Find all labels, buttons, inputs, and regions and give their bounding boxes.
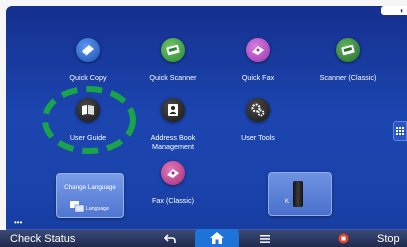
- toner-icon: [293, 181, 303, 207]
- top-strip: [6, 6, 407, 20]
- address-book-icon: [161, 98, 185, 122]
- app-label: Address Book Management: [150, 133, 196, 151]
- app-label: Quick Copy: [69, 73, 107, 82]
- home-icon: [210, 232, 224, 244]
- menu-icon[interactable]: [255, 231, 275, 246]
- home-screen: ◖ Quick Copy Quick Scanner Quick Fax Sca…: [6, 6, 407, 247]
- back-icon[interactable]: [160, 231, 180, 246]
- widget-title: Change Language: [64, 184, 116, 191]
- gear-icon: [246, 98, 270, 122]
- check-status-button[interactable]: Check Status: [10, 233, 75, 245]
- home-button[interactable]: [195, 229, 239, 247]
- counter-label: K: [285, 199, 290, 205]
- copy-icon: [76, 38, 100, 62]
- stop-icon[interactable]: [333, 231, 353, 246]
- fax-icon: [246, 38, 270, 62]
- scanner-classic-icon: [336, 38, 360, 62]
- app-label: Fax (Classic): [152, 196, 194, 205]
- side-panel-button[interactable]: [393, 121, 407, 141]
- app-label: Scanner (Classic): [319, 73, 377, 82]
- widget-sub: Language: [86, 206, 110, 212]
- app-label: Quick Scanner: [149, 73, 197, 82]
- change-language-widget[interactable]: Change Language Language: [56, 173, 124, 218]
- app-label: User Tools: [241, 133, 275, 142]
- grid-icon: [396, 127, 404, 135]
- stop-button[interactable]: Stop: [377, 233, 400, 245]
- app-label: Quick Fax: [241, 73, 275, 82]
- counter-widget[interactable]: K: [268, 172, 332, 216]
- highlight-annotation: [42, 86, 136, 154]
- scanner-icon: [161, 38, 185, 62]
- language-icon: [70, 201, 84, 213]
- top-right-tab[interactable]: ◖: [381, 6, 407, 15]
- fax-classic-icon: [161, 161, 185, 185]
- more-dots-icon[interactable]: •••: [14, 218, 22, 227]
